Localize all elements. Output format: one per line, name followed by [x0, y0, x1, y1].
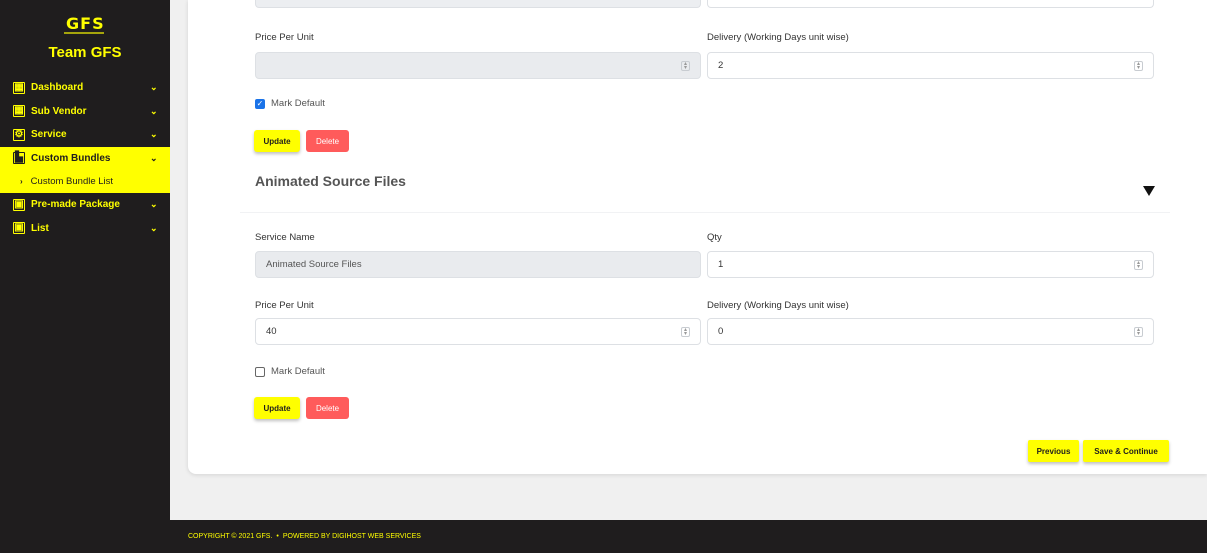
delivery-label: Delivery (Working Days unit wise) [707, 300, 849, 311]
service-name-field[interactable]: Animated Source Files [255, 251, 701, 278]
sidebar-item-label: Custom Bundles [31, 152, 111, 164]
footer: COPYRIGHT © 2021 GFS. • POWERED BY DIGIH… [170, 520, 1207, 553]
powered-by-link[interactable]: POWERED BY DIGIHOST WEB SERVICES [283, 533, 421, 540]
sidebar-item-label: Service [31, 129, 67, 141]
delete-button[interactable]: Delete [306, 130, 349, 152]
sidebar: GFS Team GFS ▦ Dashboard ⌄ ▦ Sub Vendor … [0, 0, 170, 553]
chevron-down-icon: ⌄ [150, 129, 158, 139]
service-icon: ⚙ [13, 128, 25, 141]
copyright-text: COPYRIGHT © 2021 GFS. [188, 533, 273, 540]
sidebar-item-dashboard[interactable]: ▦ Dashboard ⌄ [0, 76, 170, 100]
stepper-icon[interactable]: ▴ ▾ [1134, 327, 1143, 337]
delete-button[interactable]: Delete [306, 397, 349, 419]
stepper-icon[interactable]: ▴ ▾ [681, 327, 690, 337]
custom-bundles-icon: ▙ [13, 152, 25, 165]
chevron-down-icon: ⌄ [150, 199, 158, 209]
package-icon: ▣ [13, 198, 25, 211]
delivery-field[interactable]: 0 ▴ ▾ [707, 318, 1154, 345]
chevron-down-icon: ⌄ [150, 105, 158, 116]
collapse-toggle-icon[interactable] [1143, 186, 1155, 196]
sub-vendor-icon: ▦ [13, 105, 25, 118]
update-button[interactable]: Update [254, 130, 300, 152]
qty-field[interactable]: 1 ▴ ▾ [707, 251, 1154, 278]
sidebar-item-pre-made-package[interactable]: ▣ Pre-made Package ⌄ [0, 193, 170, 217]
sidebar-item-label: List [31, 222, 49, 234]
update-button[interactable]: Update [254, 397, 300, 419]
chevron-down-icon: ⌄ [150, 152, 158, 163]
sidebar-item-service[interactable]: ⚙ Service ⌄ [0, 123, 170, 147]
logo-underline [64, 32, 104, 34]
sidebar-item-label: Pre-made Package [31, 199, 120, 211]
sidebar-subitem-custom-bundle-list[interactable]: › Custom Bundle List [0, 170, 170, 193]
section-title: Animated Source Files [255, 173, 406, 189]
list-icon: ▣ [13, 222, 25, 235]
price-per-unit-label: Price Per Unit [255, 300, 314, 311]
delivery-label: Delivery (Working Days unit wise) [707, 32, 849, 43]
footer-separator: • [276, 533, 279, 540]
price-per-unit-label: Price Per Unit [255, 32, 314, 43]
mark-default-checkbox[interactable]: ✓ Mark Default [255, 98, 325, 109]
previous-button[interactable]: Previous [1028, 440, 1079, 462]
stepper-icon[interactable]: ▴ ▾ [1134, 260, 1143, 270]
divider [240, 212, 1170, 213]
dashboard-icon: ▦ [13, 81, 25, 94]
chevron-down-icon: ⌄ [150, 82, 158, 92]
checkbox-checked-icon[interactable]: ✓ [255, 98, 265, 109]
qty-field-partial[interactable] [707, 0, 1154, 8]
sidebar-item-custom-bundles[interactable]: ▙ Custom Bundles ⌄ [0, 146, 170, 170]
sidebar-item-label: Dashboard [31, 82, 84, 94]
sidebar-nav: ▦ Dashboard ⌄ ▦ Sub Vendor ⌄ ⚙ Service ⌄… [0, 76, 170, 240]
sidebar-item-list[interactable]: ▣ List ⌄ [0, 217, 170, 241]
stepper-icon[interactable]: ▴ ▾ [1134, 61, 1143, 71]
save-continue-button[interactable]: Save & Continue [1083, 440, 1169, 462]
sidebar-subitem-label: Custom Bundle List [30, 176, 114, 187]
mark-default-checkbox[interactable]: Mark Default [255, 366, 325, 377]
sidebar-item-sub-vendor[interactable]: ▦ Sub Vendor ⌄ [0, 100, 170, 124]
sidebar-item-label: Sub Vendor [31, 105, 87, 117]
team-name: Team GFS [48, 44, 122, 61]
service-name-field-partial [255, 0, 701, 8]
service-name-label: Service Name [255, 232, 315, 243]
price-per-unit-field[interactable]: ▴ ▾ [255, 52, 701, 79]
logo: GFS [66, 14, 105, 33]
stepper-icon[interactable]: ▴ ▾ [681, 61, 690, 71]
chevron-down-icon: ⌄ [150, 222, 158, 233]
qty-label: Qty [707, 232, 722, 243]
checkbox-unchecked-icon[interactable] [255, 366, 265, 377]
delivery-field[interactable]: 2 ▴ ▾ [707, 52, 1154, 79]
price-per-unit-field[interactable]: 40 ▴ ▾ [255, 318, 701, 345]
chevron-right-icon: › [20, 177, 23, 186]
